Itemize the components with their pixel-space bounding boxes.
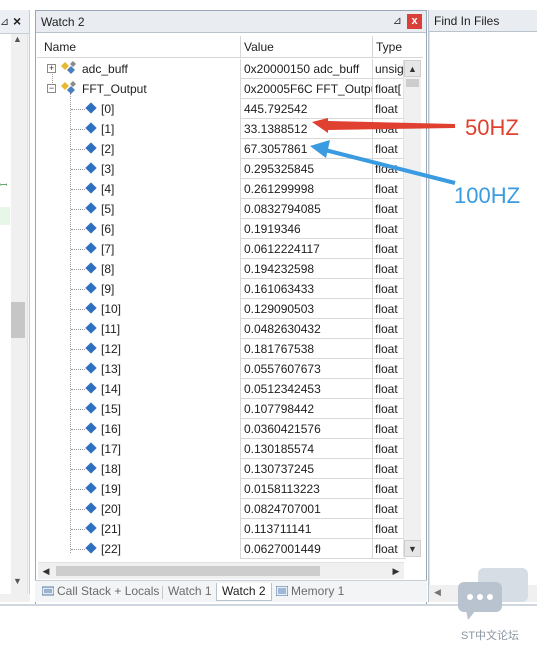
annotation-100hz: 100HZ bbox=[454, 183, 521, 208]
blue-arrow bbox=[310, 140, 456, 185]
chat-bubble-icon bbox=[458, 568, 528, 620]
red-arrow bbox=[312, 118, 455, 133]
annotation-arrows bbox=[310, 118, 456, 185]
watermark-text: ST中文论坛 bbox=[461, 630, 520, 642]
annotation-50hz: 50HZ bbox=[465, 115, 519, 140]
